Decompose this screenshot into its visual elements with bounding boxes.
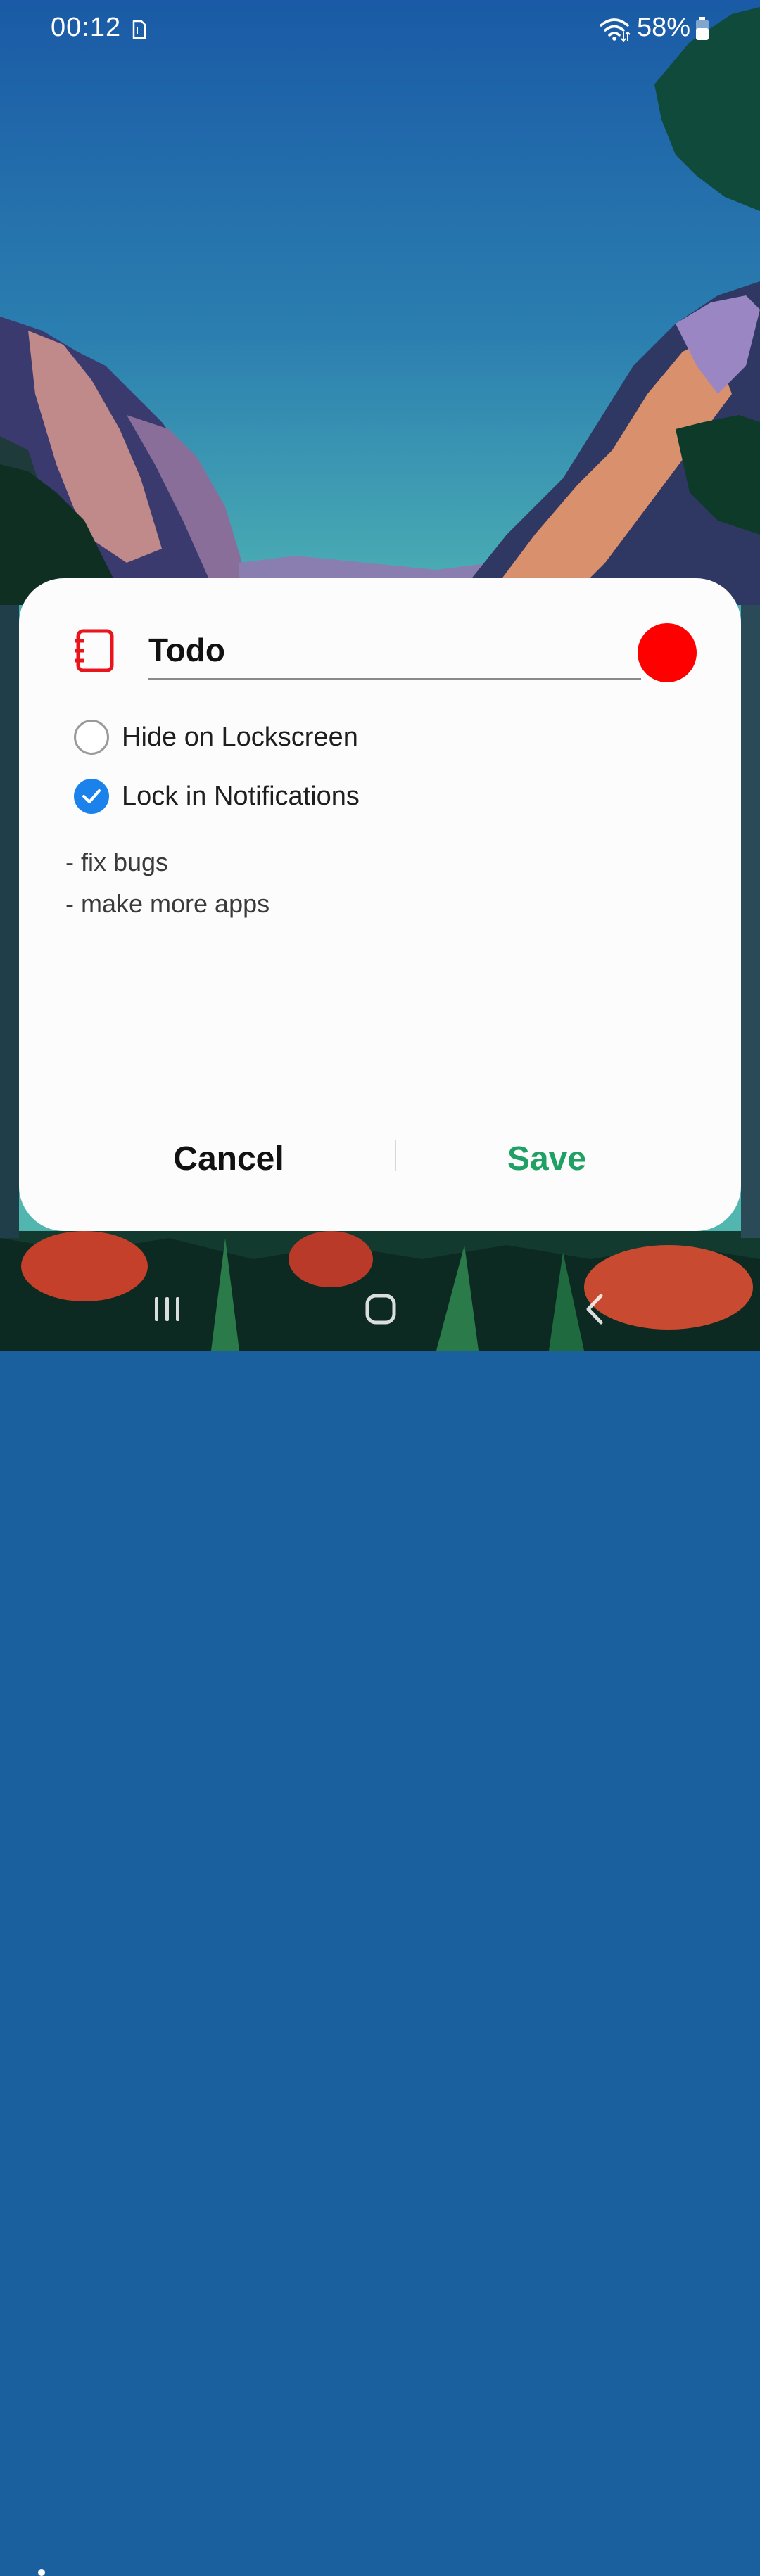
lock-in-notifications-option[interactable]: Lock in Notifications: [74, 777, 360, 816]
battery-percentage: 58%: [637, 13, 691, 42]
status-bar: 00:12 58%: [0, 0, 760, 59]
sim-card-icon: [132, 20, 146, 39]
note-title-input[interactable]: [148, 627, 641, 680]
lock-in-notifications-label: Lock in Notifications: [122, 781, 360, 811]
hide-on-lockscreen-checkbox[interactable]: [74, 720, 109, 755]
nav-indicator-dot: [38, 2569, 45, 2576]
note-line: - fix bugs: [65, 848, 169, 876]
status-time: 00:12: [51, 13, 122, 42]
recents-icon[interactable]: [152, 1294, 183, 1324]
wifi-icon: [600, 18, 631, 42]
note-body-text[interactable]: - fix bugs - make more apps: [65, 841, 699, 924]
note-edit-dialog: Hide on Lockscreen Lock in Notifications…: [19, 578, 741, 1231]
lock-in-notifications-checkbox[interactable]: [74, 779, 109, 814]
hide-on-lockscreen-option[interactable]: Hide on Lockscreen: [74, 718, 358, 757]
battery-icon: [696, 17, 709, 40]
back-icon[interactable]: [583, 1293, 607, 1325]
notebook-icon[interactable]: [74, 628, 115, 673]
save-button[interactable]: Save: [441, 1134, 652, 1183]
note-line: - make more apps: [65, 889, 270, 918]
checkmark-icon: [82, 789, 101, 803]
button-divider: [395, 1140, 396, 1171]
color-picker-button[interactable]: [638, 623, 697, 682]
hide-on-lockscreen-label: Hide on Lockscreen: [122, 722, 358, 752]
home-icon[interactable]: [365, 1293, 397, 1325]
cancel-button[interactable]: Cancel: [123, 1134, 334, 1183]
navigation-bar: [0, 1266, 760, 2576]
